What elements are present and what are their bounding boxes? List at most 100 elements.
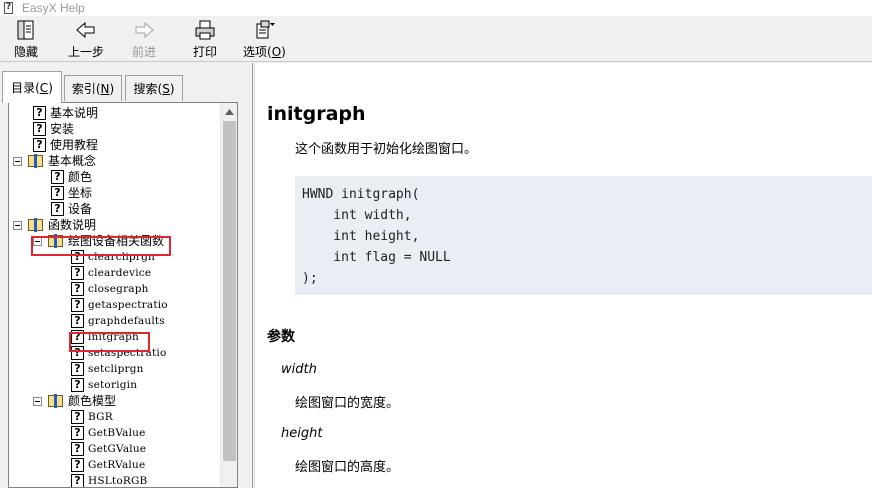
tree-item-label: 坐标	[68, 186, 93, 200]
tree-topic-item[interactable]: ? getaspectratio	[71, 297, 169, 313]
tree-item-label: graphdefaults	[88, 315, 165, 327]
tree-item-label: closegraph	[88, 283, 149, 295]
tree-item-label: GetGValue	[88, 443, 147, 455]
tab-search[interactable]: 搜索(S)	[125, 75, 183, 101]
forward-arrow-icon	[132, 18, 156, 42]
tree-topic-item[interactable]: ? HSLtoRGB	[71, 473, 148, 487]
scrollbar-thumb[interactable]	[223, 121, 236, 461]
tree-item-label: 安装	[50, 122, 75, 136]
tab-contents[interactable]: 目录(C)	[2, 71, 62, 103]
printer-icon	[193, 18, 217, 42]
tree-item-label: setaspectratio	[88, 347, 167, 359]
options-button-label: 选项(O)	[243, 45, 286, 59]
tree-scrollbar[interactable]	[220, 103, 237, 487]
hide-button-label: 隐藏	[14, 45, 39, 59]
tree-book-item[interactable]: 绘图设备相关函数	[33, 233, 165, 249]
param-name-width: width	[281, 362, 317, 377]
contents-tree[interactable]: ? 基本说明? 安装? 使用教程 基本概念? 颜色? 坐标? 设备 函数说明 绘图设备相关函数? c…	[8, 102, 238, 488]
scroll-up-icon[interactable]	[221, 103, 237, 120]
tree-topic-item[interactable]: ? 使用教程	[33, 137, 99, 153]
forward-button[interactable]: 前进	[132, 18, 156, 60]
tree-item-label: 设备	[68, 202, 93, 216]
param-desc-height: 绘图窗口的高度。	[295, 460, 400, 475]
tab-index[interactable]: 索引(N)	[64, 75, 122, 101]
tree-item-label: 绘图设备相关函数	[68, 234, 165, 248]
tree-item-label: getaspectratio	[88, 299, 168, 311]
help-topic-icon: ?	[71, 442, 84, 456]
print-button[interactable]: 打印	[193, 18, 217, 60]
help-app-icon: ?	[4, 2, 13, 14]
tree-topic-item[interactable]: ? initgraph	[71, 329, 140, 345]
tree-item-label: 基本说明	[50, 106, 99, 120]
tree-item-label: BGR	[88, 411, 113, 423]
help-topic-icon: ?	[71, 282, 84, 296]
help-topic-icon: ?	[71, 458, 84, 472]
back-button-label: 上一步	[68, 45, 105, 59]
tree-item-label: 颜色模型	[68, 394, 117, 408]
tree-topic-item[interactable]: ? 颜色	[51, 169, 93, 185]
tree-item-label: 使用教程	[50, 138, 99, 152]
back-button[interactable]: 上一步	[68, 18, 104, 60]
help-topic-icon: ?	[33, 122, 46, 136]
back-arrow-icon	[74, 18, 98, 42]
open-book-icon	[28, 218, 44, 232]
window-title: EasyX Help	[22, 1, 85, 15]
options-icon	[252, 18, 276, 42]
tree-item-label: setorigin	[88, 379, 138, 391]
forward-button-label: 前进	[132, 45, 157, 59]
help-topic-icon: ?	[71, 426, 84, 440]
function-signature: HWND initgraph( int width, int height, i…	[302, 187, 451, 286]
help-topic-icon: ?	[71, 330, 84, 344]
help-topic-icon: ?	[33, 138, 46, 152]
hide-pane-icon	[14, 18, 38, 42]
tree-topic-item[interactable]: ? 设备	[51, 201, 93, 217]
tree-item-label: GetRValue	[88, 459, 146, 471]
tree-item-label: cleardevice	[88, 267, 152, 279]
tree-item-label: 基本概念	[48, 154, 97, 168]
tree-item-label: 函数说明	[48, 218, 97, 232]
tree-topic-item[interactable]: ? 基本说明	[33, 105, 99, 121]
help-topic-icon: ?	[71, 346, 84, 360]
title-bar: ? EasyX Help	[0, 0, 872, 16]
tree-topic-item[interactable]: ? clearcliprgn	[71, 249, 156, 265]
tree-topic-item[interactable]: ? 安装	[33, 121, 75, 137]
collapse-toggle-icon[interactable]	[33, 236, 42, 246]
help-topic-icon: ?	[33, 106, 46, 120]
function-description: 这个函数用于初始化绘图窗口。	[295, 142, 478, 157]
tree-topic-item[interactable]: ? graphdefaults	[71, 313, 166, 329]
tree-topic-item[interactable]: ? BGR	[71, 409, 114, 425]
tree-book-item[interactable]: 颜色模型	[33, 393, 117, 409]
tree-topic-item[interactable]: ? setorigin	[71, 377, 138, 393]
help-topic-icon: ?	[51, 202, 64, 216]
help-topic-icon: ?	[71, 362, 84, 376]
tree-item-label: clearcliprgn	[88, 251, 155, 263]
tree-book-item[interactable]: 函数说明	[13, 217, 97, 233]
params-heading: 参数	[267, 329, 295, 345]
param-desc-width: 绘图窗口的宽度。	[295, 396, 400, 411]
param-name-height: height	[281, 426, 323, 441]
tree-topic-item[interactable]: ? GetBValue	[71, 425, 147, 441]
tree-topic-item[interactable]: ? setaspectratio	[71, 345, 167, 361]
help-topic-icon: ?	[71, 474, 84, 487]
code-block: HWND initgraph( int width, int height, i…	[295, 176, 872, 295]
options-button[interactable]: 选项(O)	[243, 18, 286, 60]
help-topic-icon: ?	[71, 266, 84, 280]
collapse-toggle-icon[interactable]	[13, 220, 22, 230]
collapse-toggle-icon[interactable]	[33, 396, 42, 406]
help-topic-icon: ?	[71, 378, 84, 392]
tree-item-label: GetBValue	[88, 427, 146, 439]
tree-topic-item[interactable]: ? GetRValue	[71, 457, 146, 473]
hide-button[interactable]: 隐藏	[14, 18, 38, 60]
open-book-icon	[28, 154, 44, 168]
tree-topic-item[interactable]: ? 坐标	[51, 185, 93, 201]
tree-topic-item[interactable]: ? setcliprgn	[71, 361, 145, 377]
print-button-label: 打印	[193, 45, 218, 59]
help-topic-icon: ?	[71, 314, 84, 328]
collapse-toggle-icon[interactable]	[13, 156, 22, 166]
help-topic-icon: ?	[71, 410, 84, 424]
tree-book-item[interactable]: 基本概念	[13, 153, 97, 169]
tree-topic-item[interactable]: ? closegraph	[71, 281, 150, 297]
tree-topic-item[interactable]: ? cleardevice	[71, 265, 152, 281]
tree-item-label: 颜色	[68, 170, 93, 184]
tree-topic-item[interactable]: ? GetGValue	[71, 441, 147, 457]
